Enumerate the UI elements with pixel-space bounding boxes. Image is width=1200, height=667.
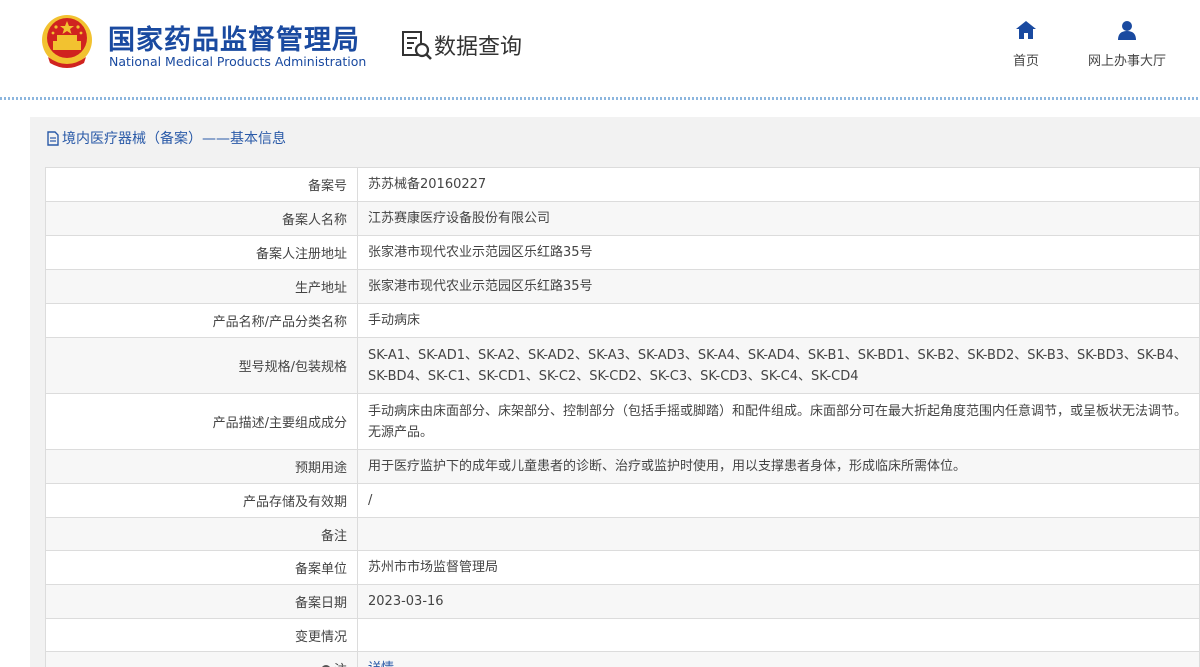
table-row: 变更情况 — [45, 618, 1200, 652]
header-divider — [0, 97, 1200, 100]
brand-title-cn: 国家药品监督管理局 — [108, 25, 360, 56]
record-table-wrap: 备案号 苏苏械备20160227 备案人名称 江苏赛康医疗设备股份有限公司 备案… — [45, 167, 1200, 667]
row-value: 苏苏械备20160227 — [357, 167, 1200, 202]
table-row: 备案号 苏苏械备20160227 — [45, 167, 1200, 202]
row-value: 张家港市现代农业示范园区乐红路35号 — [357, 235, 1200, 270]
table-row: 生产地址 张家港市现代农业示范园区乐红路35号 — [45, 269, 1200, 304]
details-link[interactable]: 详情 — [368, 661, 394, 667]
row-value: 苏州市市场监督管理局 — [357, 550, 1200, 585]
table-row: 型号规格/包装规格 SK-A1、SK-AD1、SK-A2、SK-AD2、SK-A… — [45, 337, 1200, 394]
note-label-cell: 注 — [45, 651, 358, 667]
row-label: 型号规格/包装规格 — [45, 337, 358, 394]
record-table: 备案号 苏苏械备20160227 备案人名称 江苏赛康医疗设备股份有限公司 备案… — [45, 167, 1200, 667]
row-label: 产品存储及有效期 — [45, 483, 358, 518]
table-row: 产品存储及有效期 / — [45, 483, 1200, 518]
table-row: 备案单位 苏州市市场监督管理局 — [45, 550, 1200, 585]
row-label: 注 — [334, 663, 347, 667]
row-label: 生产地址 — [45, 269, 358, 304]
nav-home[interactable]: 首页 — [1006, 20, 1046, 69]
panel-title: 境内医疗器械（备案）——基本信息 — [46, 128, 286, 148]
row-value: 用于医疗监护下的成年或儿童患者的诊断、治疗或监护时使用，用以支撑患者身体，形成临… — [357, 449, 1200, 484]
row-value: 2023-03-16 — [357, 584, 1200, 619]
brand-title-en: National Medical Products Administration — [109, 54, 367, 69]
row-value — [357, 517, 1200, 551]
table-row: 产品名称/产品分类名称 手动病床 — [45, 303, 1200, 338]
row-value: 张家港市现代农业示范园区乐红路35号 — [357, 269, 1200, 304]
table-row: 预期用途 用于医疗监护下的成年或儿童患者的诊断、治疗或监护时使用，用以支撑患者身… — [45, 449, 1200, 484]
table-row: 备注 — [45, 517, 1200, 551]
row-value: 手动病床由床面部分、床架部分、控制部分（包括手摇或脚踏）和配件组成。床面部分可在… — [357, 393, 1200, 450]
home-icon — [1016, 21, 1036, 39]
row-label: 备案人名称 — [45, 201, 358, 236]
row-label: 备注 — [45, 517, 358, 551]
user-icon — [1118, 21, 1136, 40]
row-label: 备案号 — [45, 167, 358, 202]
row-label: 预期用途 — [45, 449, 358, 484]
row-label: 备案日期 — [45, 584, 358, 619]
table-row: 备案人注册地址 张家港市现代农业示范园区乐红路35号 — [45, 235, 1200, 270]
document-icon — [47, 130, 59, 146]
panel-title-text: 境内医疗器械（备案）——基本信息 — [62, 131, 286, 147]
row-label: 变更情况 — [45, 618, 358, 652]
document-search-icon — [402, 31, 432, 60]
site-header: 国家药品监督管理局 National Medical Products Admi… — [0, 0, 1200, 100]
row-value: / — [357, 483, 1200, 518]
row-value: SK-A1、SK-AD1、SK-A2、SK-AD2、SK-A3、SK-AD3、S… — [357, 337, 1200, 394]
table-row: 备案日期 2023-03-16 — [45, 584, 1200, 619]
nav-online-office[interactable]: 网上办事大厅 — [1082, 20, 1172, 69]
row-value — [357, 618, 1200, 652]
row-label: 产品名称/产品分类名称 — [45, 303, 358, 338]
row-value: 手动病床 — [357, 303, 1200, 338]
table-row: 产品描述/主要组成成分 手动病床由床面部分、床架部分、控制部分（包括手摇或脚踏）… — [45, 393, 1200, 450]
row-label: 产品描述/主要组成成分 — [45, 393, 358, 450]
national-emblem-icon — [42, 15, 92, 68]
nav-online-office-label: 网上办事大厅 — [1087, 54, 1166, 69]
data-query-label: 数据查询 — [434, 35, 523, 60]
row-label: 备案人注册地址 — [45, 235, 358, 270]
row-value: 江苏赛康医疗设备股份有限公司 — [357, 201, 1200, 236]
table-row: 注 详情 — [45, 651, 1200, 667]
row-label: 备案单位 — [45, 550, 358, 585]
nav-home-label: 首页 — [1012, 54, 1039, 69]
data-query-heading: 数据查询 — [400, 28, 522, 62]
note-value-cell: 详情 — [357, 651, 1200, 667]
table-row: 备案人名称 江苏赛康医疗设备股份有限公司 — [45, 201, 1200, 236]
